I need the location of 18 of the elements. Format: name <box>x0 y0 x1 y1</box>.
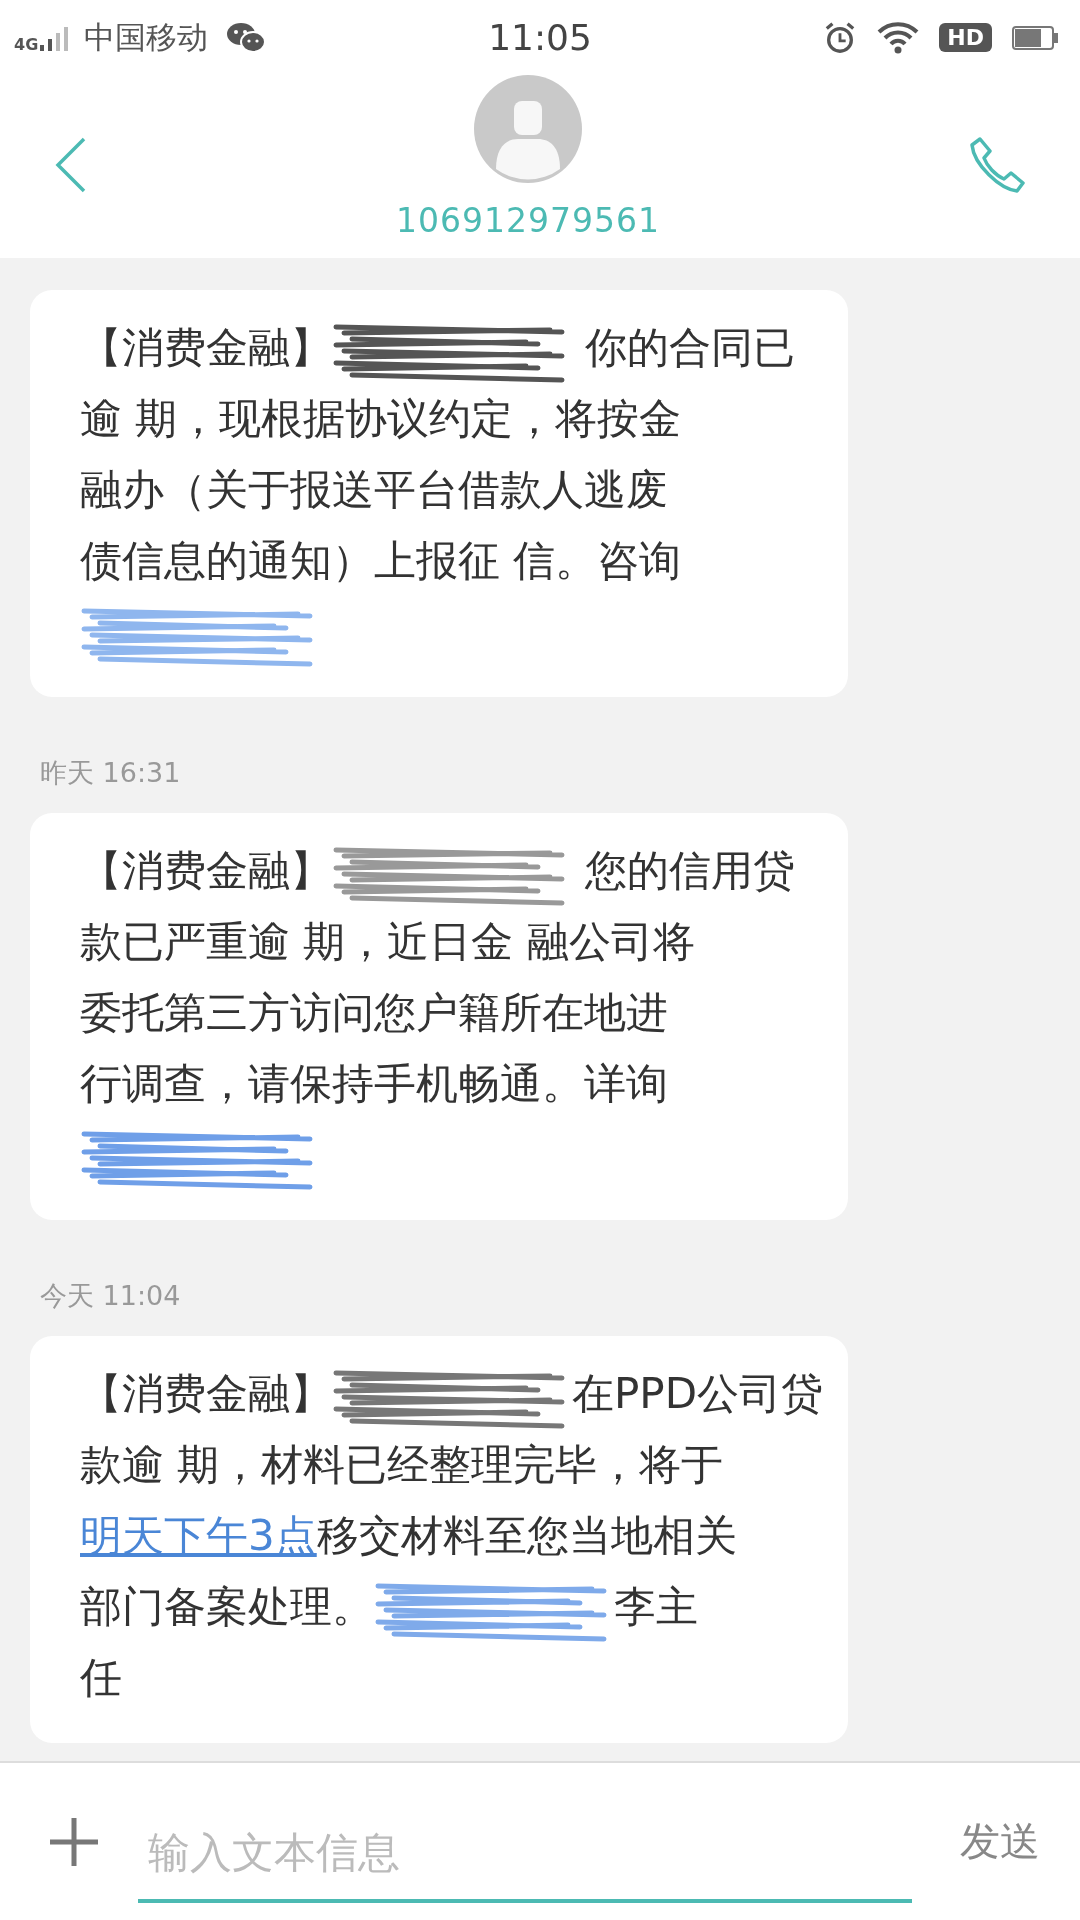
network-type: 4G <box>14 34 39 54</box>
date-link[interactable]: 明天下午3点 <box>80 1511 317 1560</box>
message-text: 【消费金融】 您的信用贷 款已严重逾 期，近日金 融公司将 委托第三方访问您户籍所在地进 行调查，请保持手机畅通。详询 <box>80 835 828 1190</box>
send-button[interactable]: 发送 <box>950 1804 1050 1879</box>
message-timestamp: 昨天 16:31 <box>40 756 182 790</box>
plus-icon[interactable] <box>48 1815 100 1868</box>
message-timestamp: 今天 11:04 <box>40 1279 182 1313</box>
message-text: 【消费金融】 在PPD公司贷 款逾 期，材料已经整理完毕，将于 明天下午3点移交材料至您当地相关 部门备案处理。 李主 任 <box>80 1358 828 1713</box>
message-input-field[interactable]: 输入文本信息 <box>138 1810 912 1903</box>
chat-bubbles-icon <box>226 21 267 54</box>
hd-badge: HD <box>939 23 992 52</box>
carrier-name: 中国移动 <box>84 17 209 57</box>
wifi-icon <box>877 20 920 55</box>
battery-icon <box>1012 24 1058 51</box>
message-text: 【消费金融】 你的合同已 逾 期，现根据协议约定，将按金 融办（关于报送平台借款人逃废 债信息的通知）上报征 信。咨询 <box>80 312 828 667</box>
contact-number: 106912979561 <box>396 201 660 240</box>
text-input[interactable]: 输入文本信息 <box>148 1828 904 1877</box>
clock-time: 11:05 <box>488 17 592 58</box>
